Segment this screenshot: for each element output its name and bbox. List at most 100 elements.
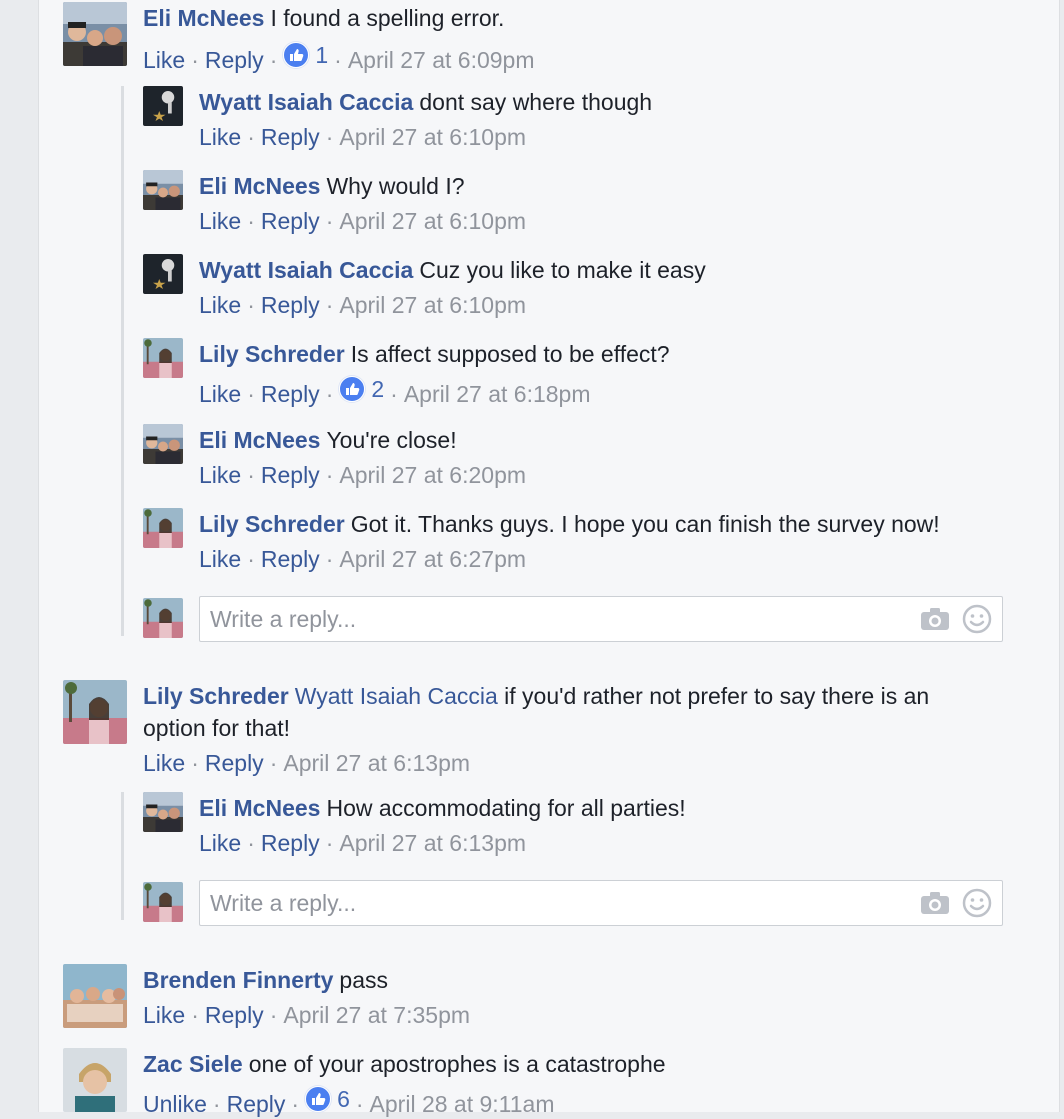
separator: · (247, 830, 255, 856)
avatar[interactable] (63, 680, 127, 744)
like-button[interactable]: Like (199, 381, 241, 407)
current-user-avatar (143, 882, 183, 922)
avatar[interactable] (63, 1048, 127, 1112)
comment-author[interactable]: Wyatt Isaiah Caccia (199, 89, 413, 115)
reply-button[interactable]: Reply (205, 750, 264, 776)
thread-line (121, 792, 124, 920)
comment: Lily Schreder Wyatt Isaiah Caccia if you'… (63, 680, 983, 778)
reply-button[interactable]: Reply (261, 830, 320, 856)
avatar[interactable] (143, 170, 183, 210)
avatar[interactable] (143, 86, 183, 126)
avatar[interactable] (143, 254, 183, 294)
timestamp[interactable]: April 27 at 6:18pm (404, 381, 591, 407)
timestamp[interactable]: April 28 at 9:11am (370, 1091, 555, 1117)
separator: · (325, 208, 334, 234)
separator: · (247, 124, 255, 150)
avatar[interactable] (143, 424, 183, 464)
avatar[interactable] (143, 338, 183, 378)
timestamp[interactable]: April 27 at 6:10pm (339, 292, 526, 318)
like-button[interactable]: Like (199, 462, 241, 488)
avatar[interactable] (63, 964, 127, 1028)
timestamp[interactable]: April 27 at 6:09pm (348, 47, 535, 73)
comment-author[interactable]: Brenden Finnerty (143, 967, 333, 993)
reaction-count[interactable]: 1 (283, 40, 328, 70)
camera-icon[interactable] (918, 886, 952, 920)
comment-author[interactable]: Eli McNees (199, 173, 320, 199)
avatar[interactable] (143, 792, 183, 832)
avatar[interactable] (143, 508, 183, 548)
reply-comment: Wyatt Isaiah Caccia dont say where though… (143, 86, 652, 152)
separator: · (191, 750, 199, 776)
reply-button[interactable]: Reply (261, 124, 320, 150)
reply-button[interactable]: Reply (227, 1091, 286, 1117)
reply-button[interactable]: Reply (261, 381, 320, 407)
like-button[interactable]: Like (199, 124, 241, 150)
comment-author[interactable]: Lily Schreder (199, 341, 345, 367)
like-thumb-icon (339, 376, 366, 402)
separator: · (325, 292, 334, 318)
reply-comment: Eli McNees How accommodating for all part… (143, 792, 686, 858)
separator: · (191, 1002, 199, 1028)
camera-icon[interactable] (918, 602, 952, 636)
comment-text: dont say where though (419, 89, 653, 115)
timestamp[interactable]: April 27 at 6:10pm (339, 208, 526, 234)
like-button[interactable]: Like (199, 208, 241, 234)
reply-button[interactable]: Reply (205, 1002, 264, 1028)
timestamp[interactable]: April 27 at 6:13pm (283, 750, 470, 776)
reaction-count[interactable]: 2 (339, 374, 384, 404)
comment-author[interactable]: Lily Schreder (199, 511, 345, 537)
timestamp[interactable]: April 27 at 6:27pm (339, 546, 526, 572)
comment-author[interactable]: Wyatt Isaiah Caccia (199, 257, 413, 283)
reaction-count[interactable]: 6 (305, 1084, 350, 1114)
reply-box (199, 880, 1003, 926)
separator: · (334, 47, 342, 73)
comment-author[interactable]: Eli McNees (199, 427, 320, 453)
separator: · (269, 750, 278, 776)
like-button[interactable]: Like (199, 292, 241, 318)
reply-input[interactable] (200, 604, 918, 634)
timestamp[interactable]: April 27 at 6:20pm (339, 462, 526, 488)
reply-input[interactable] (200, 888, 918, 918)
timestamp[interactable]: April 27 at 6:13pm (339, 830, 526, 856)
like-thumb-icon (305, 1086, 332, 1112)
reply-button[interactable]: Reply (261, 208, 320, 234)
reply-button[interactable]: Reply (261, 292, 320, 318)
timestamp[interactable]: April 27 at 7:35pm (283, 1002, 470, 1028)
reply-comment: Eli McNees Why would I? Like · Reply · April … (143, 170, 526, 236)
mention-link[interactable]: Wyatt Isaiah Caccia (295, 683, 498, 709)
reply-button[interactable]: Reply (261, 546, 320, 572)
comment-text: Got it. Thanks guys. I hope you can fini… (350, 511, 940, 537)
reply-button[interactable]: Reply (205, 47, 264, 73)
like-button[interactable]: Like (143, 47, 185, 73)
timestamp[interactable]: April 27 at 6:10pm (339, 124, 526, 150)
comment-text: pass (339, 967, 389, 993)
separator: · (291, 1091, 300, 1117)
comment-author[interactable]: Lily Schreder (143, 683, 289, 709)
comment-author[interactable]: Eli McNees (143, 5, 264, 31)
comment: Brenden Finnerty pass Like · Reply · April 27… (63, 964, 470, 1030)
reply-button[interactable]: Reply (261, 462, 320, 488)
separator: · (212, 1091, 221, 1117)
separator: · (247, 292, 255, 318)
like-button[interactable]: Like (199, 546, 241, 572)
emoji-icon[interactable] (960, 886, 994, 920)
like-button[interactable]: Like (143, 1002, 185, 1028)
emoji-icon[interactable] (960, 602, 994, 636)
separator: · (269, 1002, 278, 1028)
like-button[interactable]: Like (199, 830, 241, 856)
comment-text: Is affect supposed to be effect? (350, 341, 670, 367)
reply-comment: Wyatt Isaiah Caccia Cuz you like to make … (143, 254, 706, 320)
comment-text: Why would I? (326, 173, 465, 199)
separator: · (325, 546, 334, 572)
separator: · (390, 381, 398, 407)
unlike-button[interactable]: Unlike (143, 1091, 207, 1117)
comment-text: I found a spelling error. (270, 5, 505, 31)
like-button[interactable]: Like (143, 750, 185, 776)
reply-box (199, 596, 1003, 642)
comment-author[interactable]: Eli McNees (199, 795, 320, 821)
avatar[interactable] (63, 2, 127, 66)
comment-author[interactable]: Zac Siele (143, 1051, 243, 1077)
separator: · (325, 462, 334, 488)
reply-comment: Lily Schreder Is affect supposed to be ef… (143, 338, 670, 409)
comment-text: You're close! (326, 427, 457, 453)
